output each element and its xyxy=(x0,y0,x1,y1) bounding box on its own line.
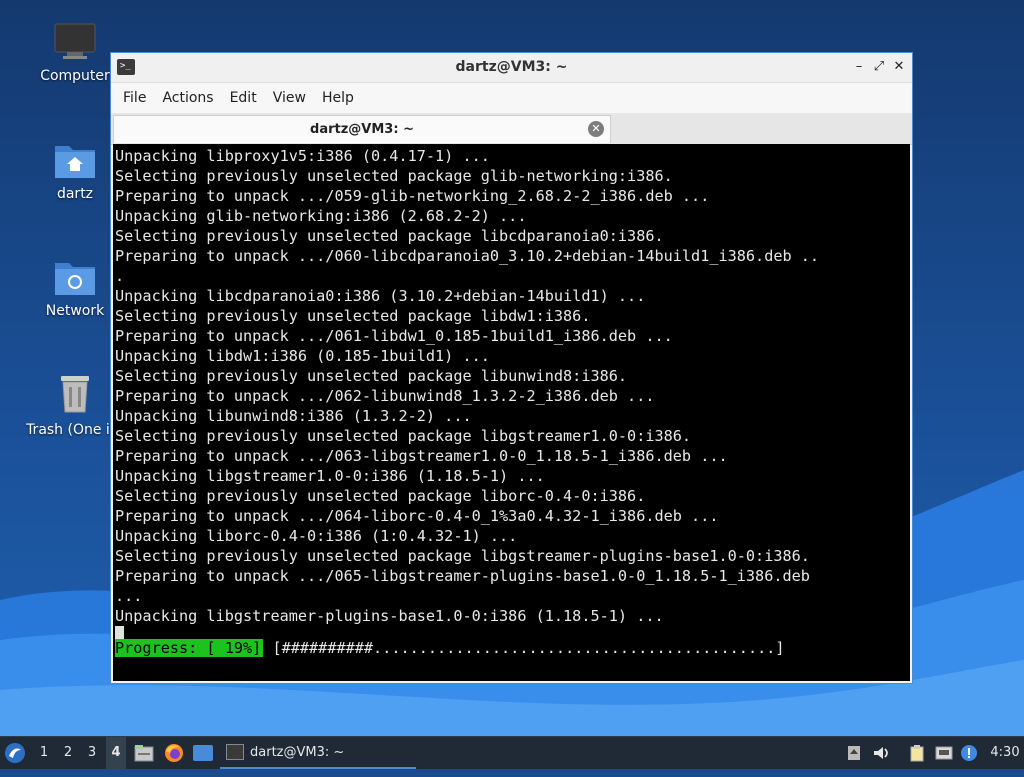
workspace-3[interactable]: 3 xyxy=(82,737,102,769)
terminal-line: Selecting previously unselected package … xyxy=(115,227,664,245)
menu-file[interactable]: File xyxy=(115,90,154,106)
network-tray-icon[interactable] xyxy=(935,744,953,762)
terminal-line: Selecting previously unselected package … xyxy=(115,367,628,385)
eject-icon[interactable] xyxy=(845,744,863,762)
maximize-button[interactable]: ⤢ xyxy=(870,58,888,76)
file-manager-launcher[interactable] xyxy=(134,737,156,769)
desktop-icon-label: Network xyxy=(45,303,105,319)
terminal-line: Selecting previously unselected package … xyxy=(115,427,692,445)
clock[interactable]: 4:30 xyxy=(988,737,1022,769)
tab-label: dartz@VM3: ~ xyxy=(310,122,414,137)
clipboard-icon[interactable] xyxy=(908,744,926,762)
volume-icon[interactable] xyxy=(872,744,890,762)
terminal-line: . xyxy=(115,267,125,285)
terminal-line: Unpacking libgstreamer-plugins-base1.0-0… xyxy=(115,607,664,625)
window-titlebar[interactable]: >_ dartz@VM3: ~ – ⤢ ✕ xyxy=(111,53,912,83)
lubuntu-logo-icon xyxy=(5,743,25,763)
workspace-4[interactable]: 4 xyxy=(106,737,126,769)
menu-help[interactable]: Help xyxy=(314,90,362,106)
network-folder-icon xyxy=(55,263,95,295)
task-terminal-button[interactable]: dartz@VM3: ~ xyxy=(220,737,416,769)
terminal-line: Preparing to unpack .../065-libgstreamer… xyxy=(115,567,810,585)
apt-progress: Progress: [ 19%] [##########............… xyxy=(115,638,785,660)
terminal-output[interactable]: Unpacking libproxy1v5:i386 (0.4.17-1) ..… xyxy=(113,144,910,681)
computer-icon xyxy=(54,23,96,59)
terminal-line: Unpacking liborc-0.4-0:i386 (1:0.4.32-1)… xyxy=(115,527,518,545)
terminal-line: Preparing to unpack .../061-libdw1_0.185… xyxy=(115,327,673,345)
tab-close-icon[interactable]: ✕ xyxy=(588,121,604,137)
desktop-icon-label: dartz xyxy=(56,186,94,202)
terminal-line: Unpacking libproxy1v5:i386 (0.4.17-1) ..… xyxy=(115,147,490,165)
update-notifier-icon[interactable] xyxy=(960,744,978,762)
desktop-icon xyxy=(193,745,213,761)
file-manager-icon xyxy=(134,745,154,762)
menu-edit[interactable]: Edit xyxy=(222,90,265,106)
terminal-line: Preparing to unpack .../064-liborc-0.4-0… xyxy=(115,507,719,525)
workspace-1[interactable]: 1 xyxy=(34,737,54,769)
terminal-line: Unpacking libgstreamer1.0-0:i386 (1.18.5… xyxy=(115,467,545,485)
terminal-line: Unpacking libcdparanoia0:i386 (3.10.2+de… xyxy=(115,287,646,305)
terminal-line: Preparing to unpack .../059-glib-network… xyxy=(115,187,710,205)
window-title: dartz@VM3: ~ xyxy=(455,59,568,75)
terminal-line: Selecting previously unselected package … xyxy=(115,487,646,505)
start-menu-button[interactable] xyxy=(4,737,30,769)
firefox-launcher[interactable] xyxy=(164,737,186,769)
terminal-line: Unpacking libdw1:i386 (0.185-1build1) ..… xyxy=(115,347,490,365)
progress-bar: [##########.............................… xyxy=(272,639,785,657)
menu-actions[interactable]: Actions xyxy=(154,90,221,106)
show-desktop-launcher[interactable] xyxy=(193,737,215,769)
workspace-2[interactable]: 2 xyxy=(58,737,78,769)
close-button[interactable]: ✕ xyxy=(890,58,908,76)
home-folder-icon xyxy=(55,146,95,178)
progress-label: Progress: [ 19%] xyxy=(115,639,264,657)
terminal-line: Preparing to unpack .../063-libgstreamer… xyxy=(115,447,728,465)
desktop-icon-label: Computer xyxy=(40,68,110,84)
terminal-line: ... xyxy=(115,587,143,605)
terminal-line: Preparing to unpack .../060-libcdparanoi… xyxy=(115,247,820,265)
trash-icon xyxy=(61,376,89,413)
tab-bar: dartz@VM3: ~ ✕ xyxy=(111,113,912,145)
terminal-icon xyxy=(226,743,244,760)
taskbar: 1 2 3 4 dartz@VM3: ~ 4:30 xyxy=(0,736,1024,769)
terminal-window: >_ dartz@VM3: ~ – ⤢ ✕ File Actions Edit … xyxy=(110,52,913,684)
terminal-line: Selecting previously unselected package … xyxy=(115,547,810,565)
terminal-line: Unpacking glib-networking:i386 (2.68.2-2… xyxy=(115,207,527,225)
terminal-line: Selecting previously unselected package … xyxy=(115,307,591,325)
terminal-line: Preparing to unpack .../062-libunwind8_1… xyxy=(115,387,655,405)
minimize-button[interactable]: – xyxy=(850,58,868,76)
tab-terminal[interactable]: dartz@VM3: ~ ✕ xyxy=(113,115,611,143)
firefox-icon xyxy=(165,744,183,762)
terminal-line: Selecting previously unselected package … xyxy=(115,167,673,185)
menu-view[interactable]: View xyxy=(265,90,314,106)
terminal-line: Unpacking libunwind8:i386 (1.3.2-2) ... xyxy=(115,407,472,425)
task-label: dartz@VM3: ~ xyxy=(250,745,345,760)
menubar: File Actions Edit View Help xyxy=(111,83,912,113)
terminal-text: Unpacking libproxy1v5:i386 (0.4.17-1) ..… xyxy=(113,144,910,646)
